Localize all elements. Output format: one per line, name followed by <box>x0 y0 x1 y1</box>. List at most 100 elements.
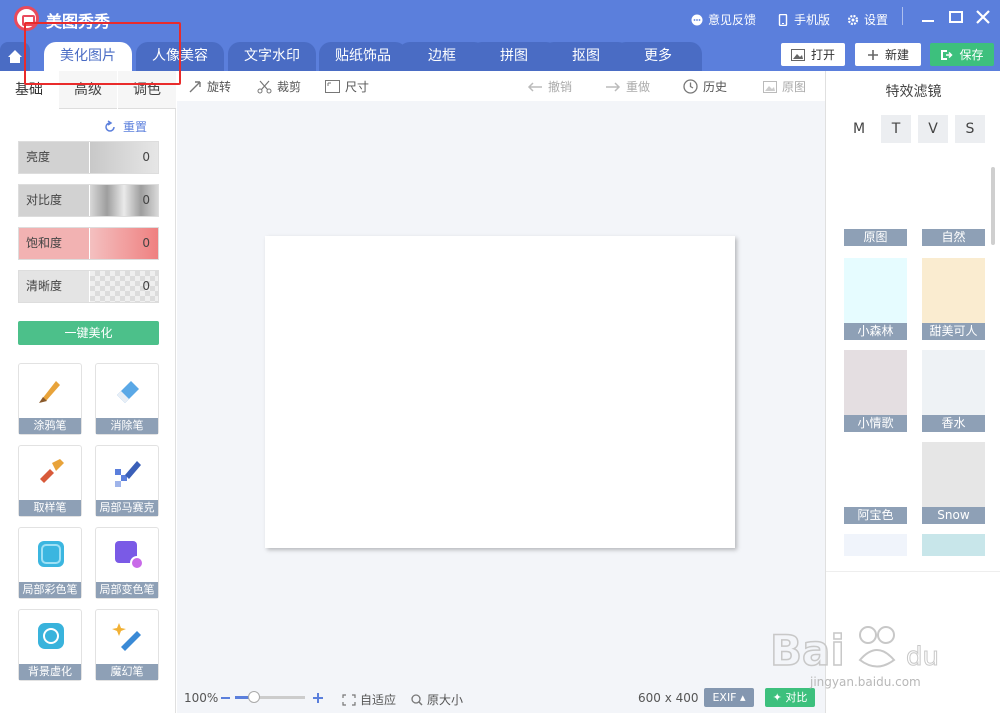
picture-icon <box>763 80 777 93</box>
history-button[interactable]: 历史 <box>683 78 727 95</box>
canvas-area[interactable] <box>177 101 825 685</box>
tab-beautify[interactable]: 美化图片 <box>44 42 132 71</box>
feedback-button[interactable]: 意见反馈 <box>691 11 756 28</box>
zoom-slider[interactable] <box>235 691 305 703</box>
original-label: 原图 <box>782 80 807 94</box>
settings-button[interactable]: 设置 <box>847 11 888 28</box>
save-icon <box>941 49 954 60</box>
filter-abao[interactable]: 阿宝色 <box>844 442 907 524</box>
filter-category-m[interactable]: M <box>844 115 874 143</box>
redo-label: 重做 <box>626 80 651 94</box>
fit-label: 自适应 <box>360 693 397 707</box>
magic-pen-tool[interactable]: 魔幻笔 <box>95 609 159 681</box>
sharpness-slider[interactable]: 清晰度 0 <box>18 270 159 303</box>
magnifier-icon <box>411 693 423 706</box>
tab-stickers[interactable]: 贴纸饰品 <box>319 42 407 71</box>
image-preview[interactable] <box>265 236 735 548</box>
slider-label: 对比度 <box>19 185 89 216</box>
magic-wand-icon <box>112 623 141 651</box>
clone-pen-tool[interactable]: 取样笔 <box>18 445 82 517</box>
zoom-handle[interactable] <box>247 691 260 703</box>
filter-category-s[interactable]: S <box>955 115 985 143</box>
slider-value: 0 <box>142 150 150 164</box>
tab-text-watermark[interactable]: 文字水印 <box>228 42 316 71</box>
eraser-pen-tool[interactable]: 消除笔 <box>95 363 159 435</box>
tab-portrait[interactable]: 人像美容 <box>136 42 224 71</box>
local-mosaic-tool[interactable]: 局部马赛克 <box>95 445 159 517</box>
brightness-slider[interactable]: 亮度 0 <box>18 141 159 174</box>
filter-love-song[interactable]: 小情歌 <box>844 350 907 432</box>
redo-arrow-icon <box>606 81 621 92</box>
doodle-pen-tool[interactable]: 涂鸦笔 <box>18 363 82 435</box>
tool-label: 涂鸦笔 <box>19 418 81 434</box>
size-button[interactable]: 尺寸 <box>325 78 369 95</box>
home-icon <box>8 50 22 63</box>
saturation-slider[interactable]: 饱和度 0 <box>18 227 159 260</box>
tool-label: 背景虚化 <box>19 664 81 680</box>
close-icon[interactable] <box>974 8 992 26</box>
tab-more[interactable]: 更多 <box>614 42 702 71</box>
zoom-in-icon[interactable] <box>313 693 323 703</box>
zoom-out-icon[interactable] <box>221 697 230 699</box>
open-button[interactable]: 打开 <box>781 43 845 66</box>
filter-forest[interactable]: 小森林 <box>844 258 907 340</box>
one-key-beautify-button[interactable]: 一键美化 <box>18 321 159 345</box>
filter-label: 阿宝色 <box>844 507 907 524</box>
local-recolor-pen-tool[interactable]: 局部变色笔 <box>95 527 159 599</box>
plus-icon <box>867 49 878 60</box>
size-label: 尺寸 <box>345 80 370 94</box>
edit-toolbar: 旋转 裁剪 尺寸 撤销 重做 历史 原图 <box>177 71 825 101</box>
left-panel: 基础 高级 调色 重置 亮度 0 对比度 0 饱和度 0 清晰度 0 一键美化 … <box>0 71 176 713</box>
slider-value: 0 <box>142 193 150 207</box>
tool-label: 魔幻笔 <box>96 664 158 680</box>
caret-up-icon: ▴ <box>740 691 746 704</box>
compare-button[interactable]: ✦ 对比 <box>765 688 815 707</box>
new-button[interactable]: 新建 <box>855 43 921 66</box>
clock-icon <box>683 79 698 94</box>
filter-sweet[interactable]: 甜美可人 <box>922 258 985 340</box>
contrast-slider[interactable]: 对比度 0 <box>18 184 159 217</box>
subtab-advanced[interactable]: 高级 <box>59 71 117 109</box>
minimize-icon[interactable] <box>919 8 937 26</box>
subtab-color[interactable]: 调色 <box>118 71 176 109</box>
gear-icon <box>847 14 859 25</box>
new-label: 新建 <box>884 48 909 62</box>
rotate-button[interactable]: 旋转 <box>188 78 231 95</box>
filter-next-1[interactable] <box>844 534 907 556</box>
app-title: 美图秀秀 <box>46 12 111 31</box>
maximize-icon[interactable] <box>947 8 965 26</box>
filter-label: 香水 <box>922 415 985 432</box>
save-button[interactable]: 保存 <box>930 43 994 66</box>
redo-button[interactable]: 重做 <box>605 78 650 95</box>
slider-label: 清晰度 <box>19 271 89 302</box>
fit-button[interactable]: 自适应 <box>342 691 396 708</box>
reset-label: 重置 <box>123 120 148 134</box>
background-blur-tool[interactable]: 背景虚化 <box>18 609 82 681</box>
actual-size-button[interactable]: 原大小 <box>411 691 463 708</box>
compare-icon: ✦ <box>772 691 782 704</box>
original-button[interactable]: 原图 <box>763 78 806 95</box>
reset-icon <box>105 119 115 132</box>
filter-category-t[interactable]: T <box>881 115 911 143</box>
stamp-brush-icon <box>40 459 64 483</box>
filter-natural[interactable]: 自然 <box>922 229 985 246</box>
filter-perfume[interactable]: 香水 <box>922 350 985 432</box>
filter-snow[interactable]: Snow <box>922 442 985 524</box>
subtab-basic[interactable]: 基础 <box>0 71 58 109</box>
main-tab-bar: 美化图片 人像美容 文字水印 贴纸饰品 边框 拼图 抠图 更多 打开 新建 保存 <box>0 38 1000 71</box>
mobile-button[interactable]: 手机版 <box>777 11 830 28</box>
crop-button[interactable]: 裁剪 <box>257 78 301 95</box>
home-button[interactable] <box>0 42 30 71</box>
scrollbar[interactable] <box>991 167 995 245</box>
filter-label: 甜美可人 <box>922 323 985 340</box>
feedback-label: 意见反馈 <box>708 13 757 27</box>
exif-button[interactable]: EXIF ▴ <box>704 688 754 707</box>
local-color-pen-tool[interactable]: 局部彩色笔 <box>18 527 82 599</box>
filter-next-2[interactable] <box>922 534 985 556</box>
reset-button[interactable]: 重置 <box>103 118 147 135</box>
scissors-icon <box>257 80 272 93</box>
filter-category-v[interactable]: V <box>918 115 948 143</box>
filter-original[interactable]: 原图 <box>844 229 907 246</box>
undo-button[interactable]: 撤销 <box>527 78 572 95</box>
slider-label: 亮度 <box>19 142 89 173</box>
